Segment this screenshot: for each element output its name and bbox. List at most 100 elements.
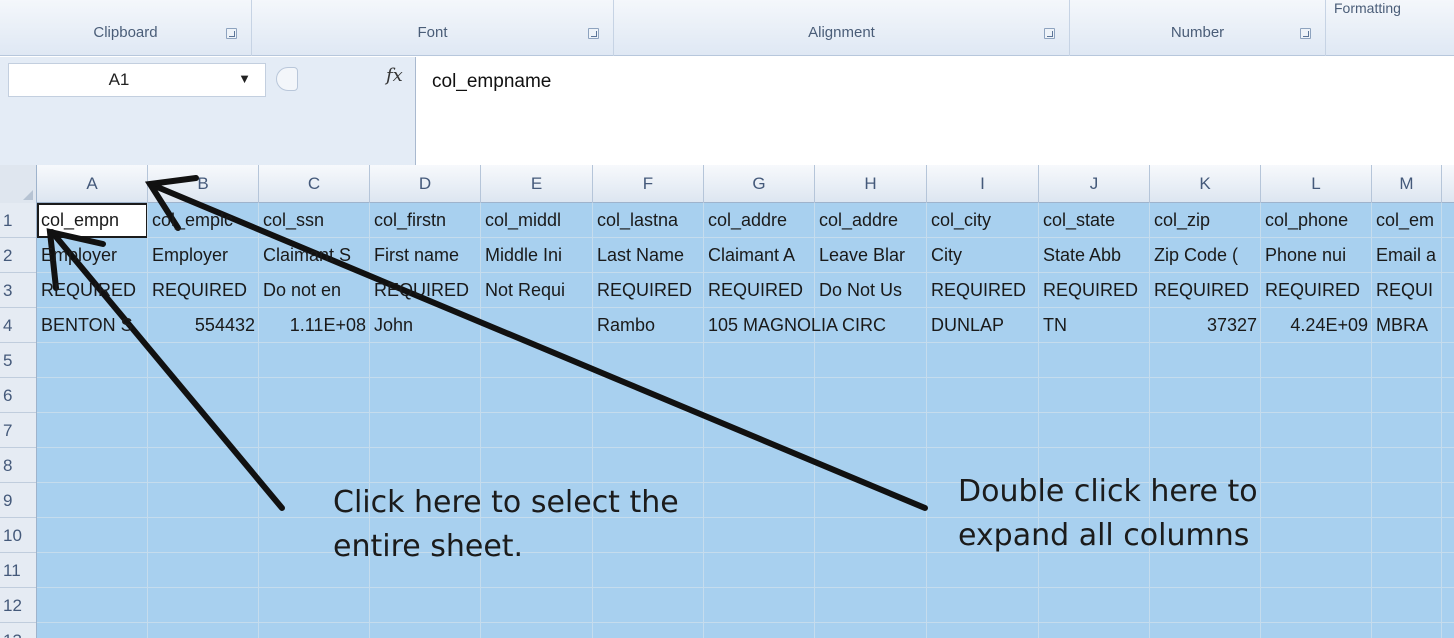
cell-m1[interactable]: col_em [1372, 203, 1434, 238]
cell-e1[interactable]: col_middl [481, 203, 561, 238]
column-header-e[interactable]: E [481, 165, 593, 203]
cell-b1[interactable]: col_emplc [148, 203, 233, 238]
expand-columns-note: Double click here to expand all columns [958, 474, 1258, 553]
cell-l2[interactable]: Phone nui [1261, 238, 1346, 273]
cell-b2[interactable]: Employer [148, 238, 228, 273]
cell-k2[interactable]: Zip Code ( [1150, 238, 1238, 273]
cell-f4[interactable]: Rambo [593, 308, 655, 343]
cell-f2[interactable]: Last Name [593, 238, 684, 273]
column-header-a[interactable]: A [37, 165, 148, 203]
table-row [37, 413, 1454, 448]
cell-f1[interactable]: col_lastna [593, 203, 678, 238]
cell-f3[interactable]: REQUIRED [593, 273, 692, 308]
number-dialog-launcher-icon[interactable] [1300, 28, 1311, 39]
cell-e2[interactable]: Middle Ini [481, 238, 562, 273]
row-header-7[interactable]: 7 [0, 413, 36, 448]
column-header-m[interactable]: M [1372, 165, 1442, 203]
cell-a4[interactable]: BENTON S [37, 308, 133, 343]
table-row [37, 378, 1454, 413]
cell-l1[interactable]: col_phone [1261, 203, 1348, 238]
cell-i1[interactable]: col_city [927, 203, 991, 238]
font-group: Font [252, 0, 614, 56]
row-header-10[interactable]: 10 [0, 518, 36, 553]
cell-g2[interactable]: Claimant A [704, 238, 795, 273]
cell-d2[interactable]: First name [370, 238, 459, 273]
cell-m3[interactable]: REQUI [1372, 273, 1433, 308]
styles-group-label-partial: Formatting [1334, 0, 1401, 16]
select-all-button[interactable] [0, 165, 37, 203]
table-row [37, 588, 1454, 623]
cell-j1[interactable]: col_state [1039, 203, 1115, 238]
cell-a3[interactable]: REQUIRED [37, 273, 136, 308]
table-row [37, 623, 1454, 638]
formula-input[interactable]: col_empname [432, 71, 551, 93]
row-header-bar: 12345678910111213 [0, 203, 37, 638]
row-header-1[interactable]: 1 [0, 203, 36, 238]
clipboard-dialog-launcher-icon[interactable] [226, 28, 237, 39]
cell-g3[interactable]: REQUIRED [704, 273, 803, 308]
cell-i3[interactable]: REQUIRED [927, 273, 1026, 308]
column-header-i[interactable]: I [927, 165, 1039, 203]
cell-h1[interactable]: col_addre [815, 203, 898, 238]
row-header-5[interactable]: 5 [0, 343, 36, 378]
column-header-h[interactable]: H [815, 165, 927, 203]
font-group-label: Font [417, 24, 448, 41]
column-header-k[interactable]: K [1150, 165, 1261, 203]
cell-e3[interactable]: Not Requi [481, 273, 565, 308]
select-all-note: Click here to select the entire sheet. [333, 485, 679, 564]
name-box-dropdown-icon[interactable]: ▼ [238, 71, 251, 86]
row-header-9[interactable]: 9 [0, 483, 36, 518]
cell-i4[interactable]: DUNLAP [927, 308, 1004, 343]
row-header-11[interactable]: 11 [0, 553, 36, 588]
cell-i2[interactable]: City [927, 238, 962, 273]
cell-c3[interactable]: Do not en [259, 273, 341, 308]
row-header-2[interactable]: 2 [0, 238, 36, 273]
cell-d1[interactable]: col_firstn [370, 203, 446, 238]
column-header-g[interactable]: G [704, 165, 815, 203]
formula-bar-splitter[interactable] [276, 67, 298, 91]
column-header-b[interactable]: B [148, 165, 259, 203]
cell-g4[interactable]: 105 MAGNOLIA CIRC [704, 308, 886, 343]
cell-l3[interactable]: REQUIRED [1261, 273, 1360, 308]
cell-g1[interactable]: col_addre [704, 203, 787, 238]
insert-function-icon[interactable]: fx [386, 65, 403, 86]
alignment-group-label: Alignment [808, 24, 875, 41]
number-group-label: Number [1170, 24, 1225, 41]
cell-m2[interactable]: Email a [1372, 238, 1436, 273]
cell-d3[interactable]: REQUIRED [370, 273, 469, 308]
cell-k4[interactable]: 37327 [1150, 308, 1261, 343]
cell-a1[interactable]: col_empn [37, 203, 119, 238]
cell-j4[interactable]: TN [1039, 308, 1067, 343]
font-dialog-launcher-icon[interactable] [588, 28, 599, 39]
cell-h3[interactable]: Do Not Us [815, 273, 902, 308]
cell-j2[interactable]: State Abb [1039, 238, 1121, 273]
row-header-12[interactable]: 12 [0, 588, 36, 623]
row-header-3[interactable]: 3 [0, 273, 36, 308]
column-header-bar: ABCDEFGHIJKLM [0, 165, 1454, 203]
row-header-4[interactable]: 4 [0, 308, 36, 343]
cell-c4[interactable]: 1.11E+08 [259, 308, 370, 343]
column-header-j[interactable]: J [1039, 165, 1150, 203]
cell-m4[interactable]: MBRA [1372, 308, 1428, 343]
cell-a2[interactable]: Employer [37, 238, 117, 273]
cell-c2[interactable]: Claimant S [259, 238, 351, 273]
alignment-dialog-launcher-icon[interactable] [1044, 28, 1055, 39]
cell-l4[interactable]: 4.24E+09 [1261, 308, 1372, 343]
row-header-6[interactable]: 6 [0, 378, 36, 413]
column-header-l[interactable]: L [1261, 165, 1372, 203]
cell-k3[interactable]: REQUIRED [1150, 273, 1249, 308]
cell-k1[interactable]: col_zip [1150, 203, 1210, 238]
column-gridline [1441, 203, 1442, 638]
cell-c1[interactable]: col_ssn [259, 203, 324, 238]
row-header-8[interactable]: 8 [0, 448, 36, 483]
column-header-f[interactable]: F [593, 165, 704, 203]
cell-d4[interactable]: John [370, 308, 413, 343]
row-header-13[interactable]: 13 [0, 623, 36, 638]
column-header-c[interactable]: C [259, 165, 370, 203]
cell-b4[interactable]: 554432 [148, 308, 259, 343]
cell-j3[interactable]: REQUIRED [1039, 273, 1138, 308]
column-header-d[interactable]: D [370, 165, 481, 203]
cell-h2[interactable]: Leave Blar [815, 238, 905, 273]
name-box[interactable]: A1 ▼ [8, 63, 266, 97]
cell-b3[interactable]: REQUIRED [148, 273, 247, 308]
